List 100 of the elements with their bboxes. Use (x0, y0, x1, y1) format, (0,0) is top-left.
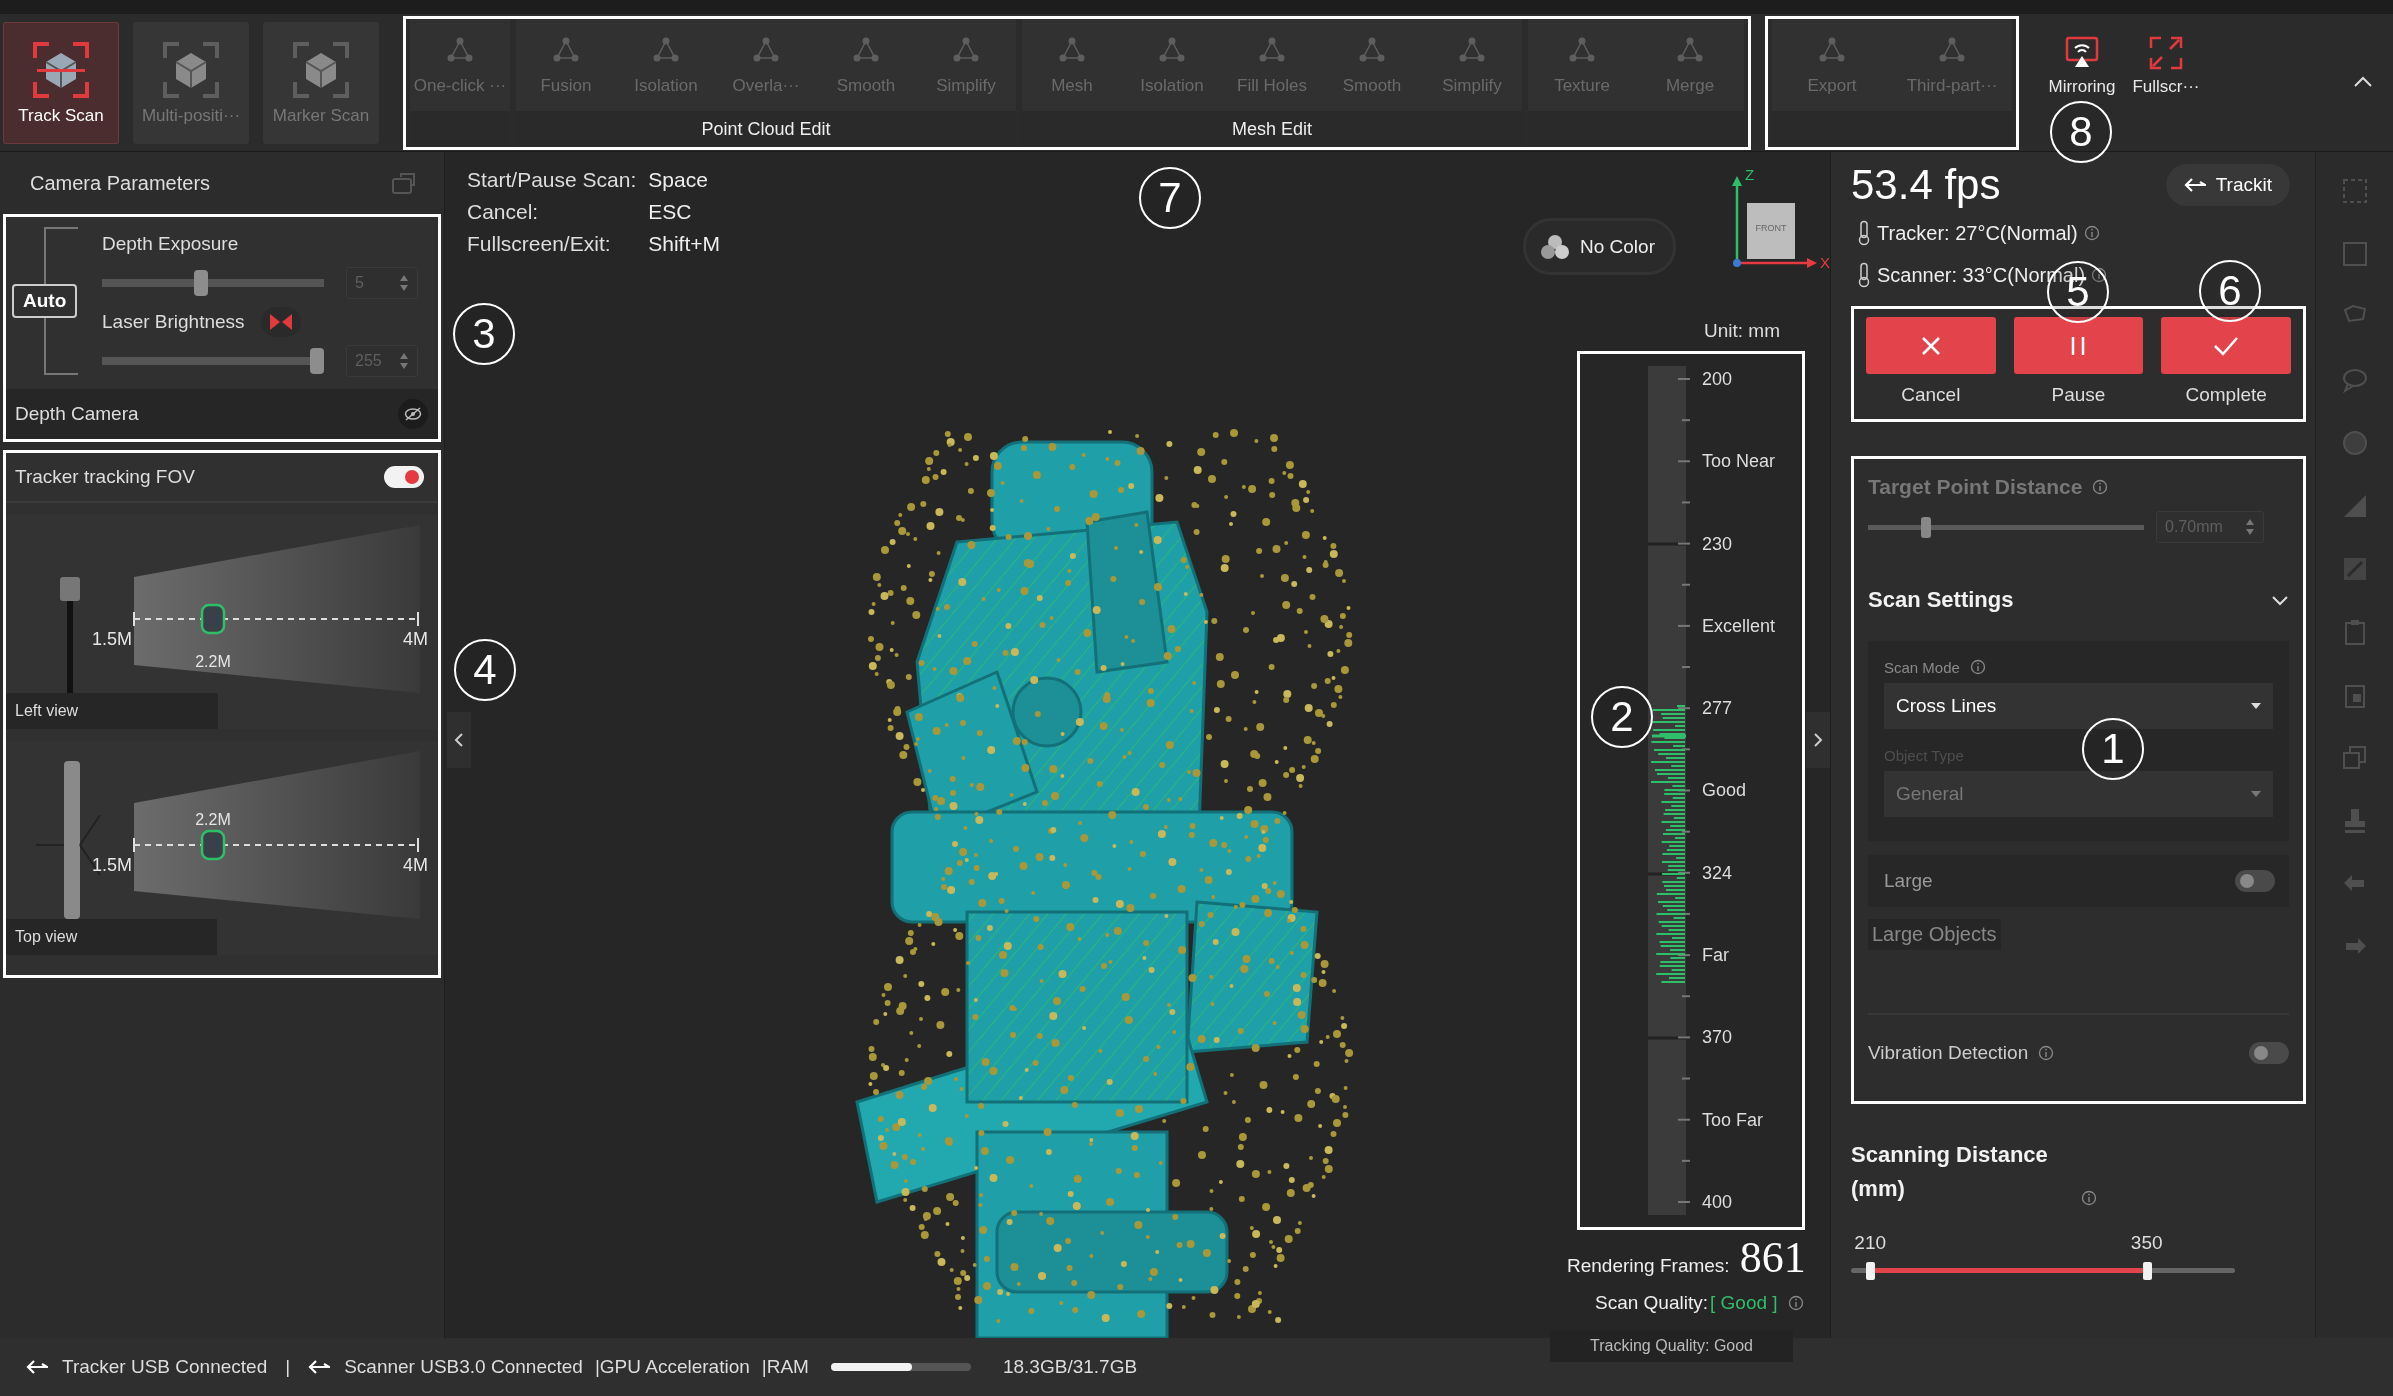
chevron-right-icon (1813, 732, 1823, 748)
view-cube[interactable] (1747, 203, 1795, 259)
callout-number: 4 (454, 639, 516, 701)
scale-label: Good (1702, 779, 1748, 803)
setting-label: Large (1884, 870, 1933, 892)
status-text: |GPU Acceleration (594, 1356, 750, 1378)
auto-button[interactable]: Auto (12, 284, 78, 318)
chevron-up-icon (2353, 75, 2373, 88)
scale-label: Far (1702, 944, 1730, 968)
frames-label: Rendering Frames: (1567, 1255, 1730, 1277)
toggle-switch[interactable] (2249, 1042, 2289, 1064)
slider-thumb[interactable] (1866, 1262, 1876, 1280)
scale-label: 277 (1702, 697, 1734, 721)
toggle-switch[interactable] (384, 466, 424, 488)
setting-title: Target Point Distance (1868, 475, 2083, 499)
section-label: Depth Camera (15, 403, 139, 425)
callout-number: 7 (1139, 167, 1201, 229)
scale-label: 230 (1702, 532, 1734, 556)
usb-arrow-icon (308, 1359, 333, 1375)
cancel-button[interactable] (1866, 317, 1996, 374)
separator-text: | (285, 1356, 291, 1378)
toolbar-button[interactable]: Fullscr··· (2124, 19, 2208, 147)
stepper-arrows-icon (399, 274, 409, 292)
complete-button[interactable] (2161, 317, 2291, 374)
setting-label: Vibration Detection (1868, 1042, 2029, 1064)
section-title: Scan Settings (1868, 587, 2014, 613)
info-icon (1969, 659, 1986, 675)
distance-label: 1.5M (91, 855, 132, 875)
callout-number: 1 (2082, 718, 2144, 780)
toggle-switch[interactable] (2235, 870, 2275, 892)
scale-label: Too Near (1702, 450, 1777, 474)
caret-icon (2251, 791, 2261, 797)
status-text: |RAM (761, 1356, 809, 1378)
window-restore-icon (391, 171, 417, 195)
frames-count: 861 (1739, 1232, 1806, 1283)
info-icon (2091, 267, 2108, 283)
ram-usage-text: 18.3GB/31.7GB (1002, 1356, 1138, 1378)
distance-label: 4M (403, 855, 428, 875)
cube-in-frame-icon (291, 40, 351, 100)
unit-label: Unit: mm (1704, 320, 1780, 342)
callout-number: 8 (2050, 101, 2112, 163)
slider-thumb[interactable] (193, 270, 208, 296)
color-mode-button[interactable]: No Color (1523, 218, 1676, 275)
distance-label: 2.2M (195, 653, 231, 670)
bowtie-icon (268, 313, 293, 331)
scale-label: Too Far (1702, 1108, 1765, 1132)
bracket-line (44, 318, 78, 375)
temperature-label: Tracker: 27°C(Normal) (1877, 221, 2078, 245)
axis-label: X (1820, 254, 1830, 271)
three-circles-icon (1540, 233, 1570, 260)
pause-button[interactable] (2013, 317, 2144, 374)
trackit-button[interactable]: Trackit (2165, 164, 2290, 206)
distance-label: 2.2M (195, 811, 231, 828)
chevron-down-icon (2271, 595, 2289, 607)
chevron-left-icon (454, 732, 464, 748)
group-title: Mesh Edit (1022, 111, 1522, 147)
origin-dot (1733, 259, 1741, 267)
group-title: Point Cloud Edit (516, 111, 1016, 147)
caret-icon (2251, 703, 2261, 709)
distance-label: 4M (403, 629, 428, 649)
handle-value: 210 (1854, 1232, 1887, 1254)
quality-label: Scan Quality: (1595, 1292, 1708, 1314)
info-icon (2092, 479, 2109, 495)
info-icon (2038, 1045, 2055, 1061)
scan-mode-dropdown[interactable]: Cross Lines (1884, 683, 2273, 729)
callout-number: 3 (453, 303, 515, 365)
panel-title: Camera Parameters (30, 171, 211, 195)
quality-value: [ Good ] (1710, 1292, 1778, 1314)
stepper-arrows-icon (2245, 518, 2255, 536)
scan-mode-button[interactable]: Marker Scan (263, 22, 379, 144)
eye-slash-icon (404, 407, 422, 421)
callout-number: 2 (1591, 686, 1653, 748)
view-caption: Top view (6, 919, 218, 955)
cube-face-label: FRONT (1755, 223, 1787, 233)
scale-label: 200 (1702, 368, 1734, 391)
section-title: Scanning Distance (mm) (1851, 1141, 2049, 1203)
scan-mode-button[interactable]: Track Scan (3, 22, 119, 144)
info-icon (1787, 1295, 1804, 1311)
button-caption: Cancel (1901, 384, 1961, 406)
expand-arrows-icon (2148, 35, 2184, 71)
range-slider[interactable]: 210 350 (1851, 1232, 2235, 1280)
shortcut-label: Start/Pause Scan: (467, 168, 637, 192)
collapse-left-handle[interactable] (447, 712, 471, 768)
scan-mode-button[interactable]: Multi-positi··· (133, 22, 249, 144)
info-icon (2081, 1190, 2097, 1206)
shortcut-key: Space (648, 168, 721, 192)
stepper-arrows-icon (399, 352, 409, 370)
section-title: Tracker tracking FOV (15, 466, 195, 488)
close-icon (1919, 334, 1942, 357)
cube-in-frame-icon (161, 40, 221, 100)
slider-thumb[interactable] (2142, 1262, 2152, 1280)
slider-label: Laser Brightness (102, 311, 245, 333)
scale-label: 370 (1702, 1026, 1734, 1050)
scale-label: Excellent (1702, 614, 1777, 638)
button-caption: Complete (2185, 384, 2267, 406)
slider-thumb[interactable] (310, 348, 324, 374)
info-icon (2083, 225, 2100, 241)
two-way-arrow-icon (2183, 177, 2208, 193)
callout-number: 6 (2199, 260, 2261, 322)
collapse-right-handle[interactable] (1806, 712, 1830, 768)
